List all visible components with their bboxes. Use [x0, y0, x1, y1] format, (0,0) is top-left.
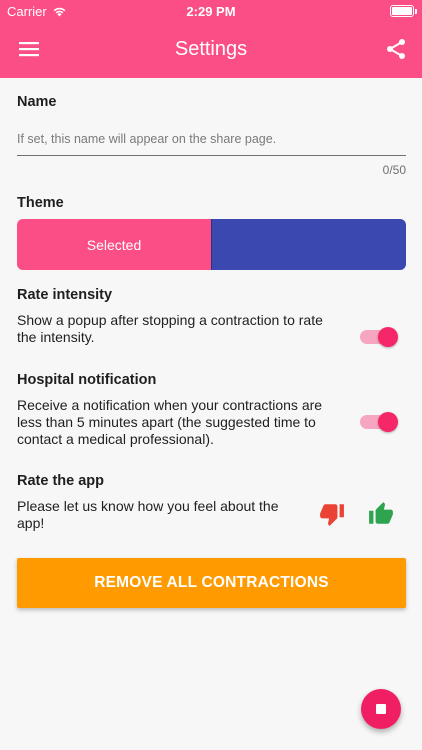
hospital-notification-description: Receive a notification when your contrac… [17, 397, 323, 447]
toggle-knob [378, 327, 398, 347]
rate-app-title: Rate the app [17, 473, 105, 489]
app-header: Carrier 2:29 PM Settings [0, 0, 422, 78]
rate-app-description: Please let us know how you feel about th… [17, 498, 279, 531]
rate-intensity-description: Show a popup after stopping a contractio… [17, 312, 323, 345]
remove-all-contractions-button[interactable]: REMOVE ALL CONTRACTIONS [17, 558, 406, 608]
battery-icon [390, 5, 417, 17]
thumbs-down-icon[interactable] [319, 501, 345, 527]
theme-selector: Selected [17, 219, 406, 270]
theme-option-blue[interactable] [211, 219, 406, 270]
name-title: Name [17, 94, 57, 110]
page-title: Settings [174, 38, 248, 60]
name-input[interactable] [17, 122, 406, 156]
app-bar: Settings [0, 22, 422, 78]
theme-option-pink[interactable]: Selected [17, 219, 211, 270]
theme-selected-label: Selected [86, 236, 142, 253]
hospital-notification-setting: Hospital notification Receive a notifica… [17, 372, 406, 448]
rate-intensity-setting: Rate intensity Show a popup after stoppi… [17, 287, 406, 347]
share-icon[interactable] [384, 37, 408, 61]
name-counter: 0/50 [382, 163, 406, 177]
stop-fab-button[interactable] [361, 689, 401, 729]
stop-icon [376, 704, 386, 714]
toggle-knob [378, 412, 398, 432]
thumbs-up-icon[interactable] [368, 501, 394, 527]
status-time: 2:29 PM [186, 4, 236, 19]
theme-title: Theme [17, 195, 64, 211]
remove-all-contractions-label: REMOVE ALL CONTRACTIONS [94, 574, 329, 591]
rate-intensity-title: Rate intensity [17, 287, 113, 303]
rate-intensity-toggle[interactable] [360, 327, 398, 347]
status-bar: Carrier 2:29 PM [0, 0, 422, 22]
rate-app-setting: Rate the app Please let us know how you … [17, 473, 406, 532]
hospital-notification-title: Hospital notification [17, 372, 157, 388]
hospital-notification-toggle[interactable] [360, 412, 398, 432]
